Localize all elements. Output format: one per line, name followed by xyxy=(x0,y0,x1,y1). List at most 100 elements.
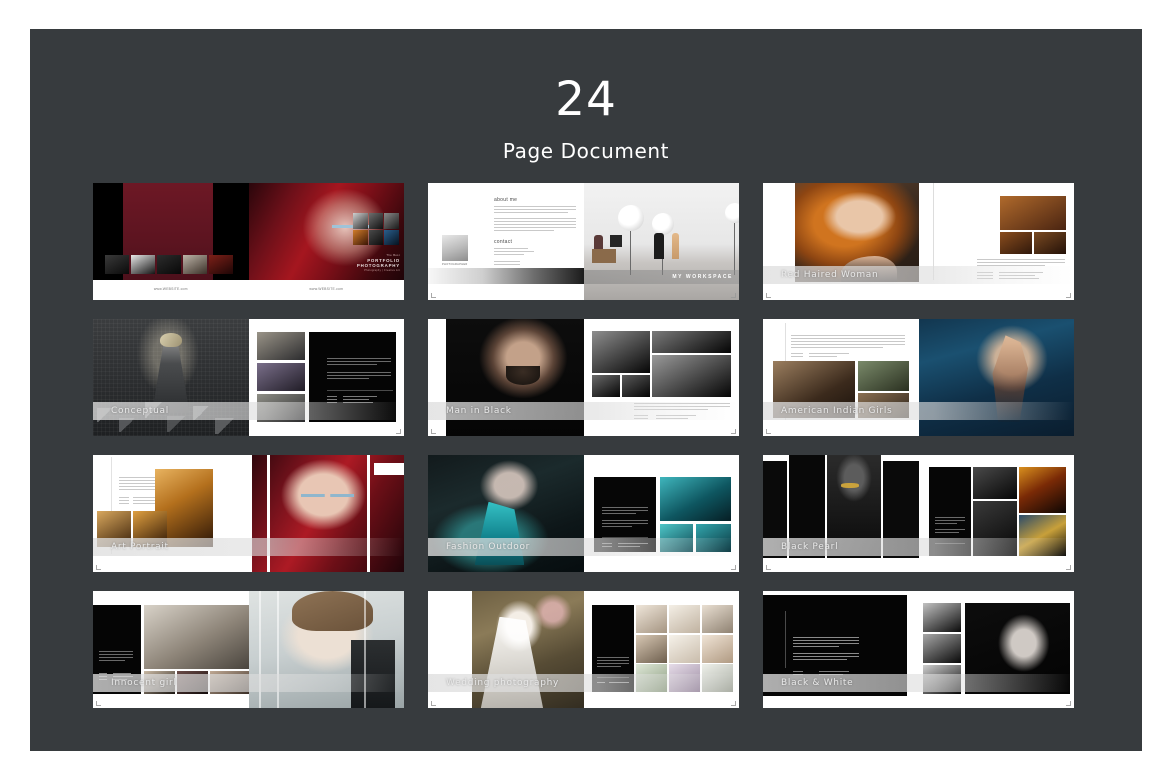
softbox-icon xyxy=(725,203,739,223)
caption-text: Red Haired Woman xyxy=(781,270,879,280)
crop-mark xyxy=(766,565,771,570)
caption-text: Man in Black xyxy=(446,406,512,416)
spread-caption: Wedding photography xyxy=(428,674,739,692)
spread-thumbnail-about-me[interactable]: about me contact PHOTOGRAPHER MY WORKSPA… xyxy=(428,183,739,300)
model-hair xyxy=(292,591,373,631)
crop-mark xyxy=(96,565,101,570)
spread-thumbnail-red-haired-woman[interactable]: Red Haired Woman xyxy=(763,183,1074,300)
cover-pretitle: The Best xyxy=(386,254,400,257)
crop-mark xyxy=(1066,565,1071,570)
spread-thumbnail-wedding-photography[interactable]: Wedding photography xyxy=(428,591,739,708)
spread-caption: Innocent girl xyxy=(93,674,404,692)
caption-text: Black & White xyxy=(781,678,854,688)
spread-caption: Conceptual xyxy=(93,402,404,420)
spread-caption: Black Pearl xyxy=(763,538,1074,556)
workspace-label-bar: MY WORKSPACE xyxy=(583,270,739,284)
cover-subtitle: Photography | Creative Art xyxy=(364,269,400,272)
cover-footer-left: www.WEBSITE.com xyxy=(93,280,249,300)
spread-thumbnail-cover[interactable]: www.WEBSITE.com The Best PORTFOLIO PHOTO… xyxy=(93,183,404,300)
detail-photo xyxy=(1034,232,1066,254)
photographer-photo xyxy=(442,235,468,261)
detail-photo xyxy=(1000,196,1066,230)
crop-mark xyxy=(396,429,401,434)
crop-mark xyxy=(731,293,736,298)
spread-thumbnail-fashion-outdoor[interactable]: Fashion Outdoor xyxy=(428,455,739,572)
spread-caption: Fashion Outdoor xyxy=(428,538,739,556)
spread-caption: Man in Black xyxy=(428,402,739,420)
footer-url: www.WEBSITE.com xyxy=(309,287,344,291)
spread-caption: Red Haired Woman xyxy=(763,266,1074,284)
detail-photo xyxy=(659,477,731,521)
softbox-icon xyxy=(617,205,644,231)
cover-title: PORTFOLIO PHOTOGRAPHY xyxy=(356,258,400,268)
cover-footer-right: www.WEBSITE.com xyxy=(248,280,404,300)
crop-mark xyxy=(766,293,771,298)
crop-mark xyxy=(766,429,771,434)
detail-photo xyxy=(591,331,650,373)
softbox-icon xyxy=(651,213,674,235)
model-standing xyxy=(671,233,679,259)
spread-thumbnail-art-portrait[interactable]: Art Portrait xyxy=(93,455,404,572)
detail-photo xyxy=(1018,467,1066,513)
monitor xyxy=(609,235,622,247)
gold-lips xyxy=(840,483,860,488)
caption-text: Wedding photography xyxy=(446,678,560,688)
about-me-page: about me contact PHOTOGRAPHER xyxy=(428,183,584,300)
detail-photo xyxy=(651,355,731,397)
header: 24 Page Document xyxy=(30,29,1142,163)
detail-photo xyxy=(591,375,620,397)
crop-mark xyxy=(731,701,736,706)
caption-text: Fashion Outdoor xyxy=(446,542,531,552)
model-beard xyxy=(505,365,540,385)
cover-back-page: www.WEBSITE.com xyxy=(93,183,249,300)
spread-thumbnail-american-indian-girls[interactable]: American Indian Girls xyxy=(763,319,1074,436)
page-count-label: Page Document xyxy=(502,139,670,163)
crop-mark xyxy=(431,429,436,434)
about-heading: about me xyxy=(494,197,518,203)
photographer-standing xyxy=(653,233,664,259)
crop-mark xyxy=(431,293,436,298)
spread-thumbnail-conceptual[interactable]: Conceptual xyxy=(93,319,404,436)
gradient-band xyxy=(428,268,584,284)
page-count: 24 xyxy=(555,72,617,127)
crop-mark xyxy=(431,701,436,706)
caption-text: Innocent girl xyxy=(111,678,177,688)
contact-heading: contact xyxy=(494,239,513,245)
spread-caption: Black & White xyxy=(763,674,1074,692)
spread-thumbnail-innocent-girl[interactable]: Innocent girl xyxy=(93,591,404,708)
cover-photo-grid xyxy=(353,213,399,245)
caption-text: Conceptual xyxy=(111,406,169,416)
detail-photo xyxy=(144,605,249,669)
caption-text: Black Pearl xyxy=(781,542,839,552)
detail-photo xyxy=(858,361,909,391)
crop-mark xyxy=(731,429,736,434)
crop-mark xyxy=(1066,293,1071,298)
spread-caption: American Indian Girls xyxy=(763,402,1074,420)
portrait-eyes xyxy=(301,493,355,497)
spread-caption: Art Portrait xyxy=(93,538,404,556)
cover-thumbnail-strip xyxy=(105,255,233,274)
workspace-page: MY WORKSPACE xyxy=(583,183,739,300)
detail-photo xyxy=(651,331,731,353)
spread-thumbnail-black-and-white[interactable]: Black & White xyxy=(763,591,1074,708)
cover-title-block: The Best PORTFOLIO PHOTOGRAPHY Photograp… xyxy=(330,254,400,272)
spread-thumbnail-black-pearl[interactable]: Black Pearl xyxy=(763,455,1074,572)
crop-mark xyxy=(1066,701,1071,706)
caption-text: Art Portrait xyxy=(111,542,169,552)
detail-photo xyxy=(1000,232,1032,254)
white-block xyxy=(374,463,404,475)
detail-photo xyxy=(972,467,1017,499)
spread-thumbnail-man-in-black[interactable]: Man in Black xyxy=(428,319,739,436)
vertical-rule xyxy=(785,611,786,668)
caption-text: American Indian Girls xyxy=(781,406,893,416)
workspace-label: MY WORKSPACE xyxy=(672,273,733,280)
preview-panel: 24 Page Document www.WEBSITE.com The Bes… xyxy=(30,29,1142,751)
detail-photo xyxy=(621,375,650,397)
crop-mark xyxy=(731,565,736,570)
desk xyxy=(591,249,616,263)
crop-mark xyxy=(96,701,101,706)
cover-front-page: The Best PORTFOLIO PHOTOGRAPHY Photograp… xyxy=(248,183,404,300)
model-hair xyxy=(159,333,182,348)
spreads-grid: www.WEBSITE.com The Best PORTFOLIO PHOTO… xyxy=(93,183,1079,708)
signature-label: PHOTOGRAPHER xyxy=(442,263,468,266)
